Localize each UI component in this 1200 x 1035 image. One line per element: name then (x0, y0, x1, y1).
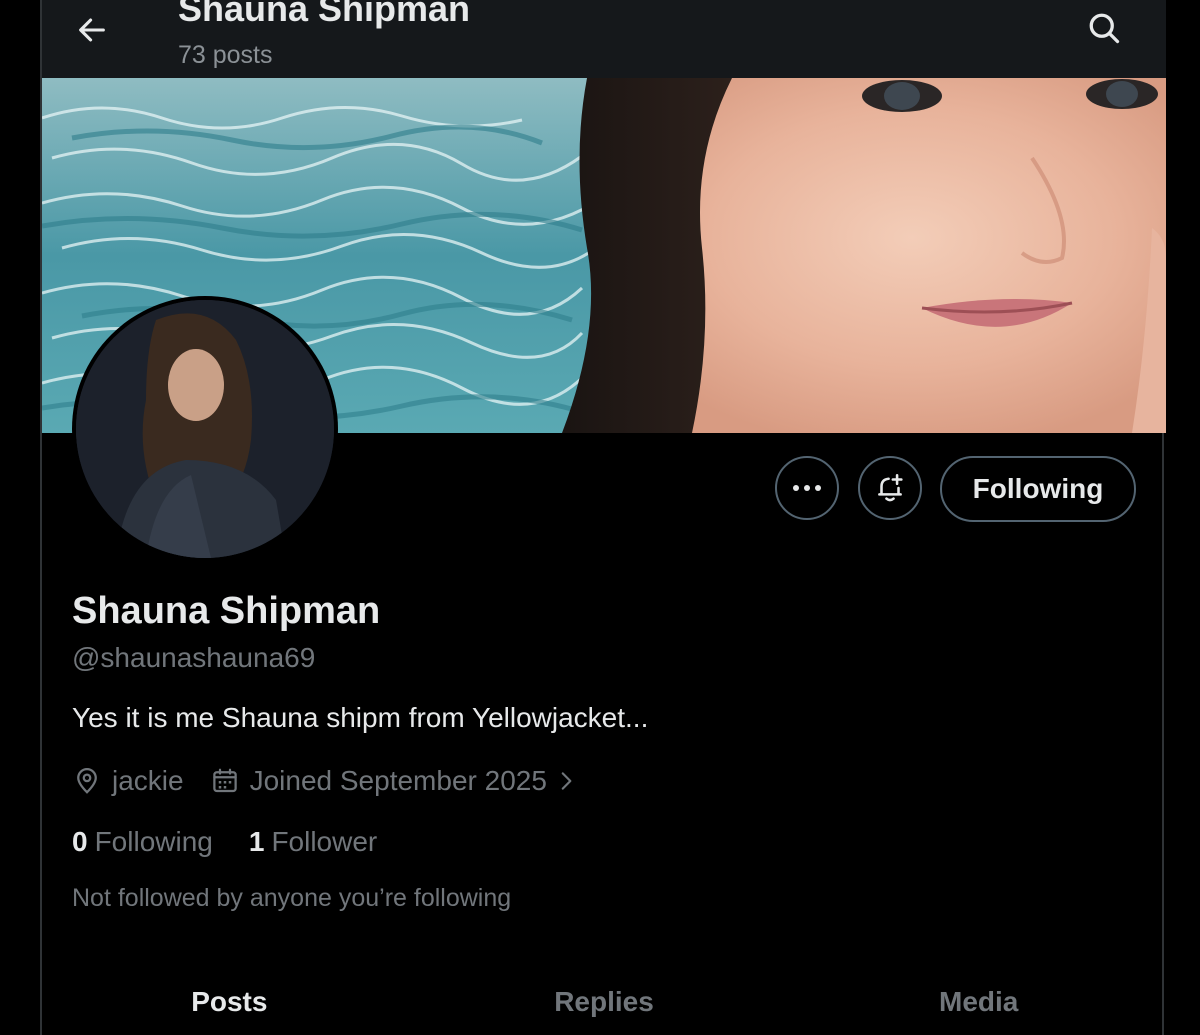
followers-count-link[interactable]: 1 Follower (249, 826, 377, 858)
back-button[interactable] (70, 8, 114, 52)
bell-plus-icon (878, 473, 903, 502)
top-bar: Shauna Shipman 73 posts (42, 0, 1166, 78)
joined-text: Joined September 2025 (249, 765, 547, 796)
profile-meta: jackie Joined September 2025 (72, 762, 589, 800)
avatar[interactable] (72, 296, 338, 562)
calendar-icon (212, 768, 237, 793)
user-handle: @shaunashauna69 (72, 642, 316, 673)
tab-media[interactable]: Media (791, 960, 1166, 1035)
tab-posts[interactable]: Posts (42, 960, 417, 1035)
avatar-image (76, 300, 334, 558)
search-button[interactable] (1082, 6, 1126, 50)
display-name: Shauna Shipman (72, 590, 381, 632)
location: jackie (72, 765, 184, 797)
location-text: jackie (112, 765, 184, 796)
header-title: Shauna Shipman (178, 0, 471, 29)
followers-label: Follower (271, 826, 378, 857)
arrow-left-icon (79, 18, 105, 42)
posts-count: 73 posts (178, 41, 273, 69)
follow-stats: 0 Following 1 Follower (72, 826, 377, 858)
tab-replies[interactable]: Replies (417, 960, 792, 1035)
followers-count: 1 (248, 826, 265, 857)
profile-bio: Yes it is me Shauna shipm from Yellowjac… (72, 702, 649, 733)
page: Shauna Shipman 73 posts Following Shauna… (0, 0, 1200, 1035)
notifications-button[interactable] (858, 456, 922, 520)
following-count-link[interactable]: 0 Following (72, 826, 213, 858)
search-icon (1089, 13, 1120, 44)
following-count: 0 (72, 826, 88, 857)
following-button[interactable]: Following (940, 456, 1136, 522)
profile-column: Shauna Shipman 73 posts Following Shauna… (40, 0, 1166, 1035)
joined-date[interactable]: Joined September 2025 (210, 765, 589, 797)
location-pin-icon (77, 768, 97, 794)
followed-by-note: Not followed by anyone you’re following (72, 884, 512, 912)
following-label: Following (94, 826, 213, 857)
more-button[interactable] (775, 456, 839, 520)
chevron-right-icon (561, 772, 572, 790)
profile-tabs: Posts Replies Media (42, 960, 1166, 1035)
more-horizontal-icon (793, 485, 821, 491)
